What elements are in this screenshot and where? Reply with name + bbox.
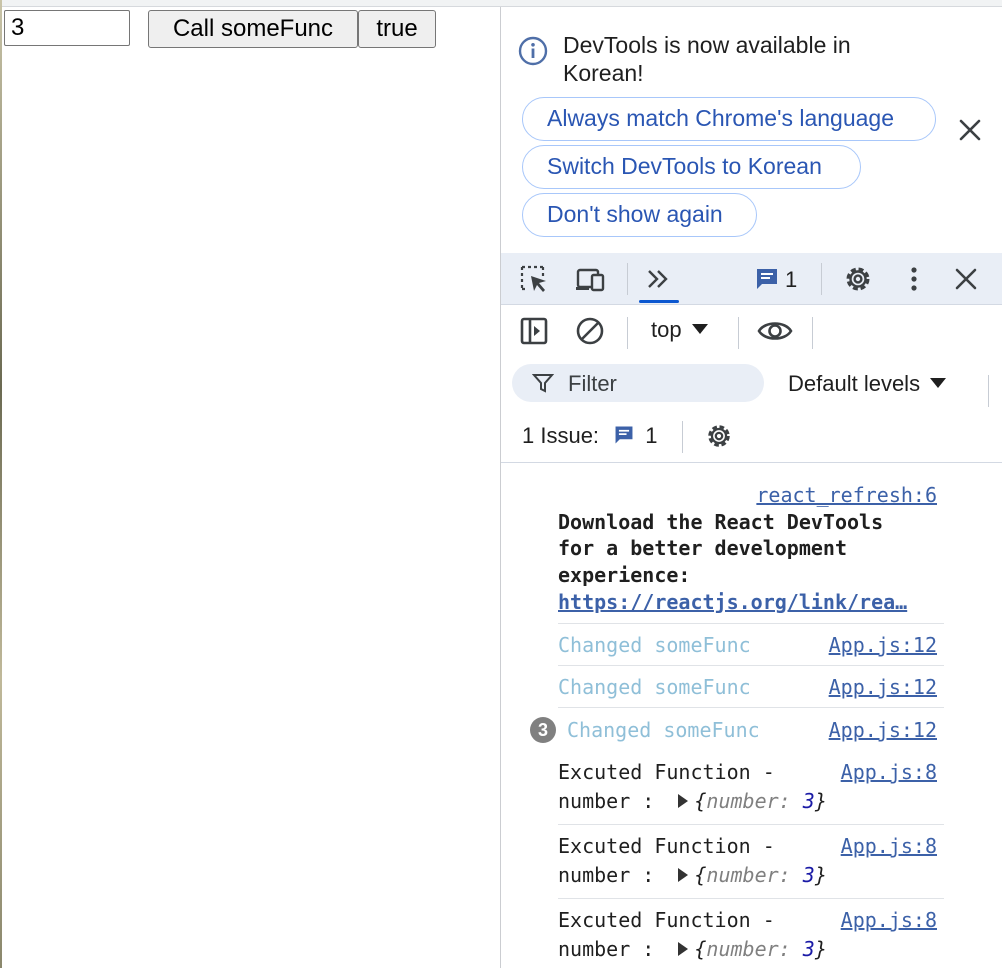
console-message: Changed someFunc App.js:12: [558, 623, 944, 666]
object-brace: }: [814, 937, 827, 961]
toolbar-separator: [627, 263, 628, 295]
message-text: Excuted Function -: [558, 908, 775, 932]
gear-icon[interactable]: [842, 263, 874, 295]
source-link[interactable]: App.js:12: [829, 675, 937, 699]
message-text: Changed someFunc: [567, 718, 760, 742]
source-link[interactable]: react_refresh:6: [756, 483, 937, 507]
console-message: Excuted Function - App.js:8 number : {nu…: [558, 824, 944, 899]
message-text: number :: [558, 937, 655, 961]
console-message: Excuted Function - App.js:8 number : {nu…: [558, 898, 944, 968]
clear-console-icon[interactable]: [574, 315, 606, 347]
device-toolbar-icon[interactable]: [574, 263, 606, 295]
caret-down-icon: [691, 324, 708, 334]
eye-icon[interactable]: [757, 315, 793, 347]
close-icon[interactable]: [955, 115, 985, 145]
call-somefunc-button[interactable]: Call someFunc: [148, 10, 358, 48]
kebab-menu-icon[interactable]: [898, 263, 930, 295]
filter-placeholder: Filter: [568, 371, 617, 396]
close-devtools-icon[interactable]: [950, 263, 982, 295]
source-link[interactable]: App.js:12: [829, 718, 937, 742]
page-viewport: Call someFunc true: [2, 7, 500, 968]
console-messages: react_refresh:6 Download the React DevTo…: [501, 463, 1002, 968]
message-text: Changed someFunc: [558, 675, 751, 699]
caret-down-icon: [930, 378, 947, 388]
source-link[interactable]: App.js:12: [829, 633, 937, 657]
toolbar-separator: [738, 317, 739, 349]
inspect-element-icon[interactable]: [518, 263, 550, 295]
infobar-message: DevTools is now available in Korean!: [563, 32, 851, 86]
message-text: Changed someFunc: [558, 633, 751, 657]
object-value: 3: [802, 937, 815, 961]
message-text: Excuted Function -: [558, 834, 775, 858]
active-tab-indicator: [639, 300, 679, 303]
object-colon: :: [778, 863, 791, 887]
devtools-main-toolbar: 1: [501, 253, 1002, 305]
switch-to-korean-button[interactable]: Switch DevTools to Korean: [522, 145, 861, 189]
context-selector-label: top: [651, 317, 682, 342]
toolbar-separator: [821, 263, 822, 295]
expand-arrow-icon[interactable]: [678, 942, 689, 956]
screen: Call someFunc true DevTools is now avail…: [0, 0, 1002, 968]
message-text: Excuted Function -: [558, 760, 775, 784]
source-link[interactable]: App.js:8: [841, 760, 937, 784]
log-levels-label: Default levels: [788, 371, 921, 396]
toolbar-separator: [812, 317, 813, 349]
context-selector[interactable]: top: [651, 317, 708, 343]
info-icon: [518, 36, 548, 66]
expand-arrow-icon[interactable]: [678, 868, 689, 882]
object-line: number : {number: 3}: [558, 937, 827, 961]
object-line: number : {number: 3}: [558, 863, 827, 887]
message-text: for a better development: [558, 536, 847, 560]
toolbar-separator: [627, 317, 628, 349]
issues-message-icon: [615, 426, 633, 444]
message-text: number :: [558, 863, 655, 887]
toolbar-separator: [682, 421, 683, 453]
message-link[interactable]: https://reactjs.org/link/rea…: [558, 590, 907, 614]
always-match-language-button[interactable]: Always match Chrome's language: [522, 97, 936, 141]
issues-count: 1: [645, 423, 658, 448]
object-colon: :: [778, 789, 791, 813]
toolbar-separator: [988, 375, 989, 407]
object-line: number : {number: 3}: [558, 789, 827, 813]
object-brace: }: [814, 863, 827, 887]
message-text: experience:: [558, 563, 691, 587]
object-brace: {: [694, 937, 707, 961]
message-text: number :: [558, 789, 655, 813]
object-key: number: [706, 789, 779, 813]
console-message: Changed someFunc App.js:12: [558, 707, 944, 750]
source-link[interactable]: App.js:8: [841, 834, 937, 858]
window-top-border: [0, 0, 1002, 7]
number-input[interactable]: [4, 10, 130, 46]
issues-message-icon[interactable]: [754, 266, 780, 292]
object-brace: }: [814, 789, 827, 813]
issues-summary[interactable]: 1 Issue: 1: [522, 423, 658, 449]
toggle-button[interactable]: true: [358, 10, 436, 48]
object-colon: :: [778, 937, 791, 961]
console-message: react_refresh:6 Download the React DevTo…: [558, 477, 944, 624]
filter-input[interactable]: Filter: [512, 364, 764, 402]
object-key: number: [706, 937, 779, 961]
object-key: number: [706, 863, 779, 887]
object-value: 3: [802, 863, 815, 887]
repeat-count-badge: 3: [530, 717, 556, 743]
console-message: Excuted Function - App.js:8 number : {nu…: [558, 750, 944, 825]
chevron-double-right-icon[interactable]: [643, 263, 675, 295]
console-toolbar: top Filter Default levels 1 Issue: 1: [501, 305, 1002, 463]
issues-counter[interactable]: 1: [785, 267, 797, 293]
log-levels-dropdown[interactable]: Default levels: [788, 371, 947, 397]
object-value: 3: [802, 789, 815, 813]
message-text: Download the React DevTools: [558, 510, 884, 534]
source-link[interactable]: App.js:8: [841, 908, 937, 932]
expand-arrow-icon[interactable]: [678, 794, 689, 808]
object-brace: {: [694, 789, 707, 813]
devtools-panel: DevTools is now available in Korean! Alw…: [501, 7, 1002, 968]
object-brace: {: [694, 863, 707, 887]
language-infobar: DevTools is now available in Korean! Alw…: [501, 7, 1002, 253]
sidebar-toggle-icon[interactable]: [518, 315, 550, 347]
issues-label: 1 Issue:: [522, 423, 600, 448]
gear-icon[interactable]: [704, 421, 734, 451]
console-message: Changed someFunc App.js:12: [558, 665, 944, 708]
dont-show-again-button[interactable]: Don't show again: [522, 193, 757, 237]
filter-icon: [532, 374, 554, 393]
